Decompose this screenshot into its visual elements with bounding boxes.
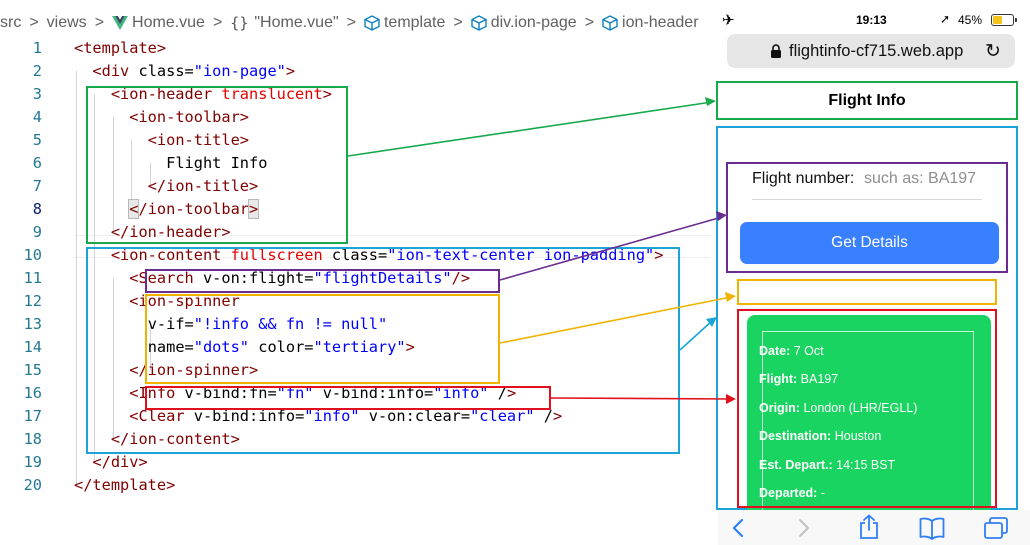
content-connector-arrow	[679, 319, 714, 351]
header-arrowhead	[705, 97, 716, 106]
connector-arrows	[347, 97, 736, 404]
search-connector-arrow	[499, 216, 723, 281]
header-connector-arrow	[347, 101, 713, 157]
info-connector-arrow	[550, 397, 732, 400]
spinner-arrowhead	[725, 292, 736, 302]
info-arrowhead	[726, 394, 736, 404]
search-arrowhead	[716, 211, 727, 221]
